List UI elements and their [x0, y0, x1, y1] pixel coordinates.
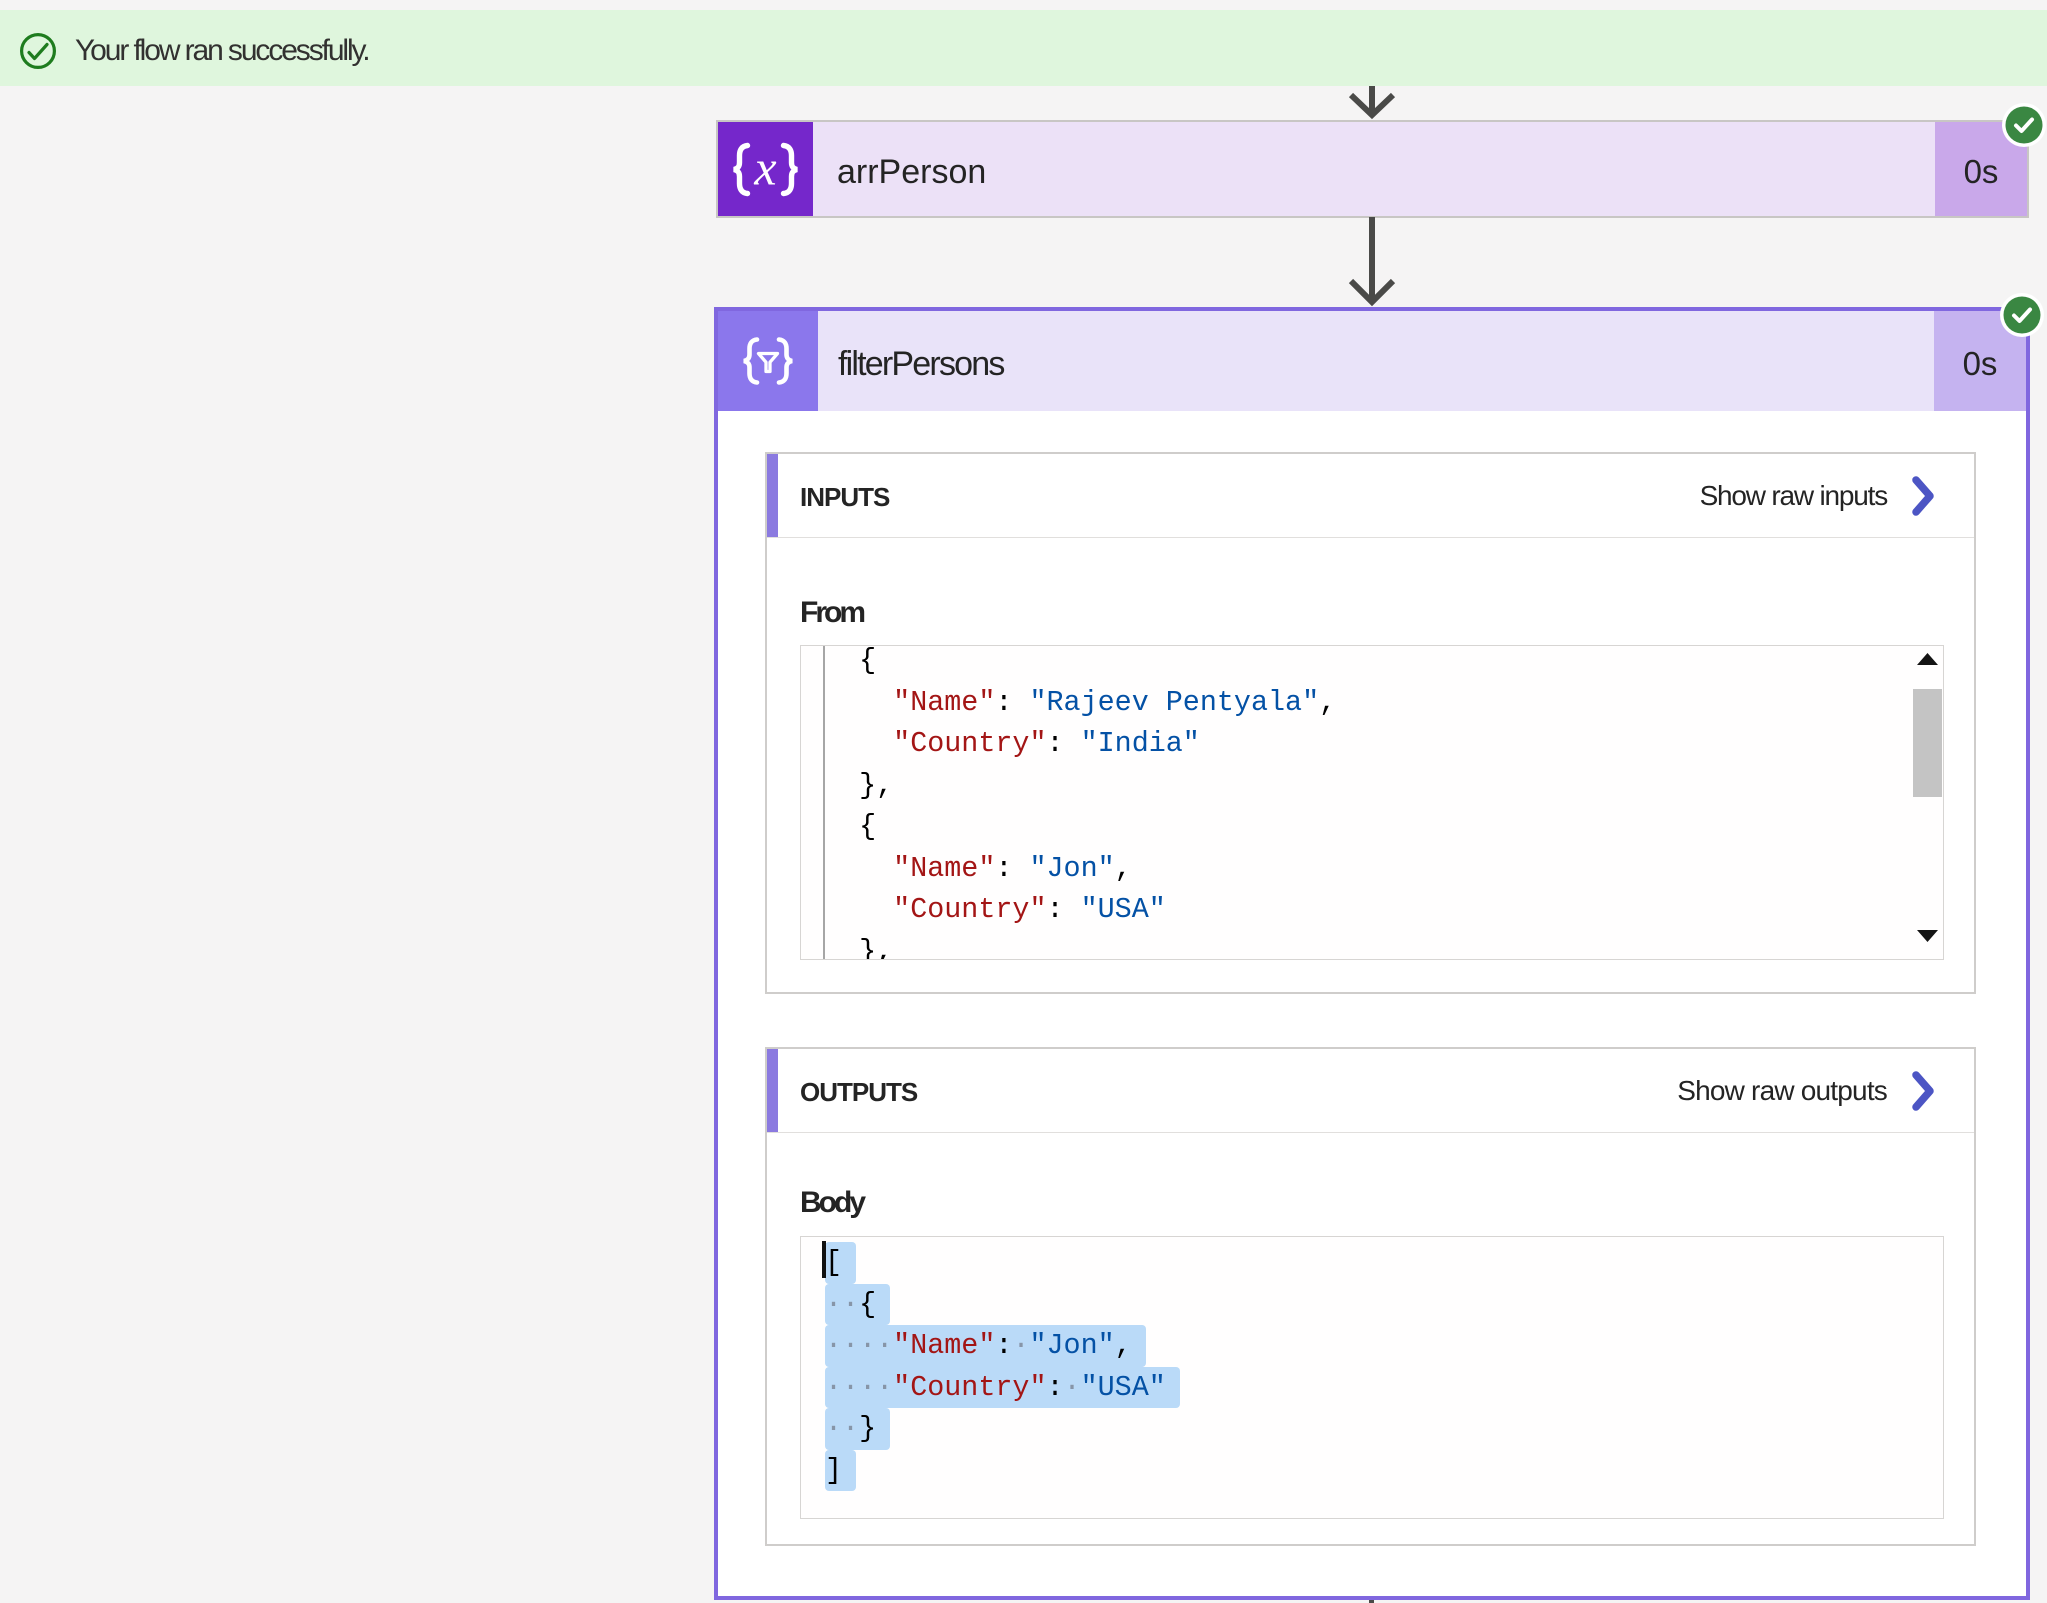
svg-text:x: x	[753, 139, 776, 195]
